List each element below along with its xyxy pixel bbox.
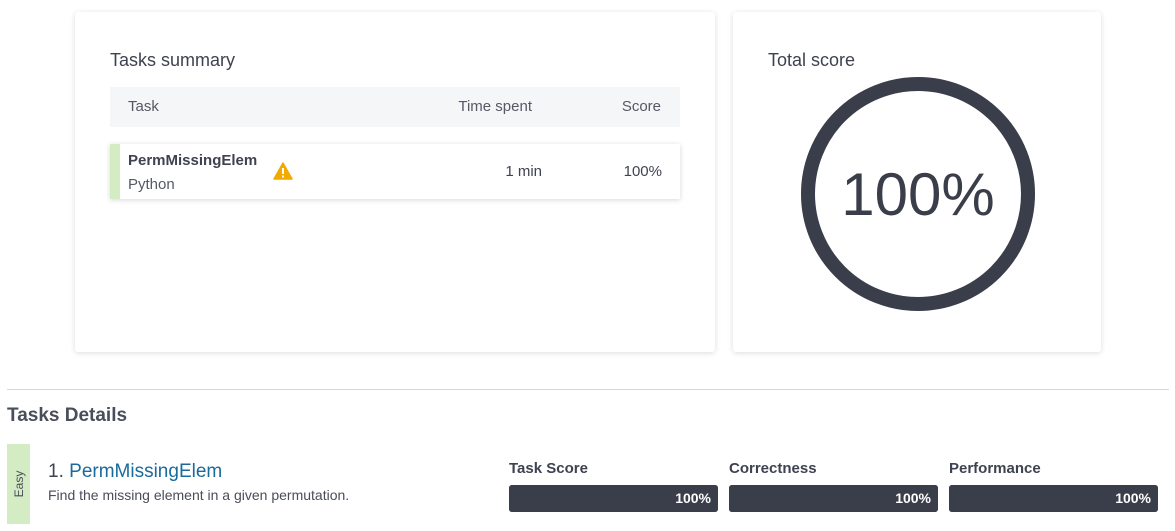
difficulty-badge: Easy xyxy=(7,444,30,524)
metric-bar: 100% xyxy=(729,485,938,512)
task-time-spent: 1 min xyxy=(505,163,542,180)
tasks-summary-card: Tasks summary Task Time spent Score Perm… xyxy=(75,12,715,352)
total-score-title: Total score xyxy=(768,50,856,70)
difficulty-label: Easy xyxy=(11,470,26,498)
metric-label: Task Score xyxy=(509,460,588,477)
metric-bar: 100% xyxy=(509,485,718,512)
metric-task-score: Task Score 100% xyxy=(509,460,718,512)
warning-icon xyxy=(273,162,293,180)
metric-performance: Performance 100% xyxy=(949,460,1158,512)
column-header-task: Task xyxy=(128,98,159,115)
task-language: Python xyxy=(128,176,175,193)
section-divider xyxy=(7,389,1169,390)
metric-value: 100% xyxy=(895,490,931,506)
metric-label: Correctness xyxy=(729,460,817,477)
metric-value: 100% xyxy=(675,490,711,506)
task-name: PermMissingElem xyxy=(128,152,258,169)
column-header-time-spent: Time spent xyxy=(458,98,532,115)
metric-value: 100% xyxy=(1115,490,1151,506)
task-number: 1. xyxy=(48,461,64,482)
table-row[interactable]: PermMissingElem Python 1 min 100% xyxy=(110,144,680,199)
task-detail-title: 1. PermMissingElem xyxy=(48,461,222,483)
tasks-summary-title: Tasks summary xyxy=(110,50,236,70)
task-score: 100% xyxy=(623,163,662,180)
column-header-score: Score xyxy=(621,98,661,115)
metric-correctness: Correctness 100% xyxy=(729,460,938,512)
metric-bar: 100% xyxy=(949,485,1158,512)
total-score-value: 100% xyxy=(841,161,995,228)
task-name-link[interactable]: PermMissingElem xyxy=(69,461,222,482)
task-description: Find the missing element in a given perm… xyxy=(48,487,350,503)
total-score-card: Total score 100% xyxy=(733,12,1101,352)
tasks-details-title: Tasks Details xyxy=(7,405,128,426)
summary-table-header: Task Time spent Score xyxy=(110,87,680,127)
metric-label: Performance xyxy=(949,460,1041,477)
